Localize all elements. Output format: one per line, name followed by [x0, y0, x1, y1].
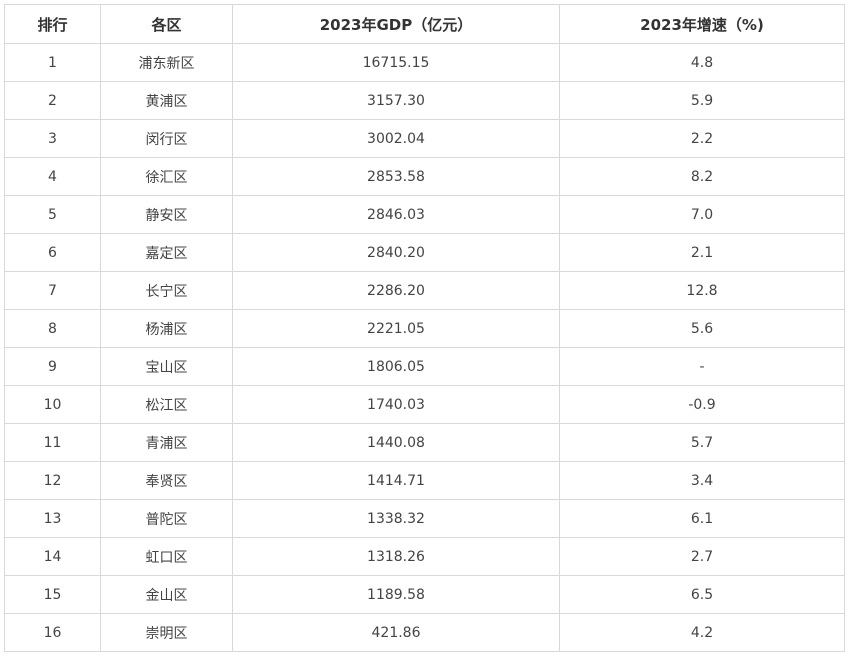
district-cell: 静安区: [100, 195, 233, 234]
table-header: 排行 各区 2023年GDP（亿元） 2023年增速（%): [4, 4, 845, 44]
rank-cell: 10: [4, 385, 101, 424]
table-row: 15 金山区 1189.58 6.5: [4, 575, 845, 614]
table-row: 9 宝山区 1806.05-: [4, 347, 845, 386]
district-cell: 普陀区: [100, 499, 233, 538]
table-row: 7 长宁区 2286.20 12.8: [4, 271, 845, 310]
table-row: 12 奉贤区 1414.71 3.4: [4, 461, 845, 500]
district-cell: 青浦区: [100, 423, 233, 462]
growth-cell: 5.9: [559, 81, 845, 120]
gdp-cell: 1338.32: [232, 499, 560, 538]
table-row: 10 松江区 1740.03 -0.9: [4, 385, 845, 424]
table-row: 14 虹口区 1318.26 2.7: [4, 537, 845, 576]
gdp-cell: 421.86: [232, 613, 560, 652]
rank-cell: 7: [4, 271, 101, 310]
table-body: 1 浦东新区 16715.15 4.8 2 黄浦区 3157.30 5.9 3 闵行区 3002.0…: [4, 43, 845, 652]
district-cell: 金山区: [100, 575, 233, 614]
rank-cell: 3: [4, 119, 101, 158]
rank-cell: 15: [4, 575, 101, 614]
district-cell: 杨浦区: [100, 309, 233, 348]
growth-cell: 2.7: [559, 537, 845, 576]
table-row: 2 黄浦区 3157.30 5.9: [4, 81, 845, 120]
table-row: 13 普陀区 1338.32 6.1: [4, 499, 845, 538]
gdp-table: 排行 各区 2023年GDP（亿元） 2023年增速（%) 1 浦东新区 16715…: [4, 4, 845, 652]
rank-cell: 11: [4, 423, 101, 462]
district-cell: 宝山区: [100, 347, 233, 386]
gdp-cell: 16715.15: [232, 43, 560, 82]
table-row: 16 崇明区 421.86 4.2: [4, 613, 845, 652]
rank-cell: 6: [4, 233, 101, 272]
gdp-cell: 1318.26: [232, 537, 560, 576]
table-row: 8 杨浦区 2221.05 5.6: [4, 309, 845, 348]
district-cell: 徐汇区: [100, 157, 233, 196]
rank-cell: 14: [4, 537, 101, 576]
growth-cell: 12.8: [559, 271, 845, 310]
gdp-cell: 2840.20: [232, 233, 560, 272]
gdp-cell: 1414.71: [232, 461, 560, 500]
growth-cell: 2.2: [559, 119, 845, 158]
growth-cell: 3.4: [559, 461, 845, 500]
gdp-cell: 2853.58: [232, 157, 560, 196]
growth-cell: -0.9: [559, 385, 845, 424]
growth-cell: 2.1: [559, 233, 845, 272]
rank-cell: 8: [4, 309, 101, 348]
gdp-cell: 1440.08: [232, 423, 560, 462]
growth-cell: 6.5: [559, 575, 845, 614]
district-cell: 崇明区: [100, 613, 233, 652]
district-cell: 虹口区: [100, 537, 233, 576]
growth-cell: 4.8: [559, 43, 845, 82]
gdp-cell: 2221.05: [232, 309, 560, 348]
header-row: 排行 各区 2023年GDP（亿元） 2023年增速（%): [4, 4, 845, 44]
rank-cell: 1: [4, 43, 101, 82]
district-cell: 长宁区: [100, 271, 233, 310]
district-cell: 松江区: [100, 385, 233, 424]
header-district: 各区: [100, 4, 233, 44]
district-cell: 闵行区: [100, 119, 233, 158]
gdp-cell: 3002.04: [232, 119, 560, 158]
district-cell: 浦东新区: [100, 43, 233, 82]
table-row: 3 闵行区 3002.04 2.2: [4, 119, 845, 158]
district-cell: 奉贤区: [100, 461, 233, 500]
gdp-cell: 1806.05: [232, 347, 560, 386]
table-row: 11 青浦区 1440.08 5.7: [4, 423, 845, 462]
gdp-cell: 1740.03: [232, 385, 560, 424]
table-row: 1 浦东新区 16715.15 4.8: [4, 43, 845, 82]
growth-cell: 8.2: [559, 157, 845, 196]
table-row: 4 徐汇区 2853.58 8.2: [4, 157, 845, 196]
rank-cell: 16: [4, 613, 101, 652]
growth-cell: 4.2: [559, 613, 845, 652]
header-growth: 2023年增速（%): [559, 4, 845, 44]
header-gdp: 2023年GDP（亿元）: [232, 4, 560, 44]
rank-cell: 9: [4, 347, 101, 386]
rank-cell: 5: [4, 195, 101, 234]
table-row: 5 静安区 2846.03 7.0: [4, 195, 845, 234]
district-cell: 嘉定区: [100, 233, 233, 272]
growth-cell: 5.7: [559, 423, 845, 462]
growth-cell: -: [559, 347, 845, 386]
rank-cell: 13: [4, 499, 101, 538]
page: 排行 各区 2023年GDP（亿元） 2023年增速（%) 1 浦东新区 16715…: [0, 0, 849, 659]
gdp-cell: 2846.03: [232, 195, 560, 234]
rank-cell: 2: [4, 81, 101, 120]
gdp-cell: 3157.30: [232, 81, 560, 120]
rank-cell: 4: [4, 157, 101, 196]
table-row: 6 嘉定区 2840.20 2.1: [4, 233, 845, 272]
growth-cell: 5.6: [559, 309, 845, 348]
growth-cell: 6.1: [559, 499, 845, 538]
growth-cell: 7.0: [559, 195, 845, 234]
header-rank: 排行: [4, 4, 101, 44]
district-cell: 黄浦区: [100, 81, 233, 120]
rank-cell: 12: [4, 461, 101, 500]
gdp-cell: 2286.20: [232, 271, 560, 310]
gdp-cell: 1189.58: [232, 575, 560, 614]
